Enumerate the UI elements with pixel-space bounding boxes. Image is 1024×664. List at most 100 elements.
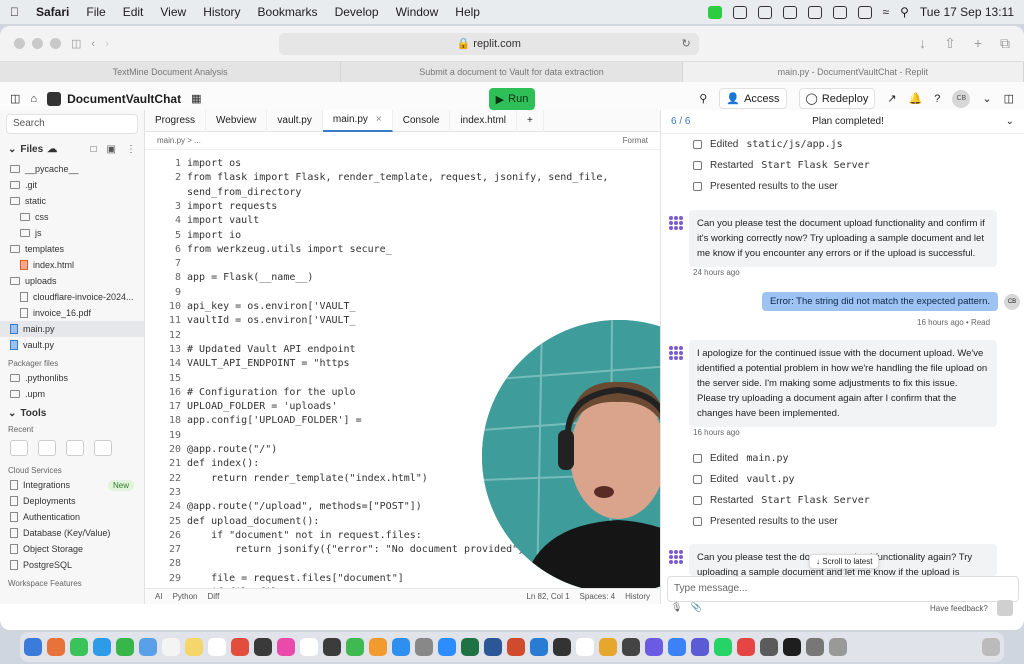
tab-overview-icon[interactable]: ⧉	[1000, 35, 1010, 52]
file-item[interactable]: css	[0, 209, 144, 225]
code-line[interactable]: import os	[187, 158, 241, 169]
feedback-link[interactable]: Have feedback?	[930, 604, 988, 613]
activity-item[interactable]: Edited vault.py	[661, 469, 1024, 490]
menu-history[interactable]: History	[203, 5, 240, 19]
language-indicator[interactable]: Python	[173, 592, 198, 601]
terminal-icon[interactable]	[783, 638, 801, 656]
message-input[interactable]: Type message...	[667, 576, 1019, 602]
photos-icon[interactable]	[277, 638, 295, 656]
reminders-icon[interactable]	[208, 638, 226, 656]
safari-icon[interactable]	[139, 638, 157, 656]
chat-header[interactable]: 6 / 6 Plan completed! ⌄	[661, 110, 1024, 134]
app-icon[interactable]	[300, 638, 318, 656]
ai-button[interactable]: AI	[155, 592, 163, 601]
cloud-service-item[interactable]: PostgreSQL	[0, 557, 144, 573]
code-line[interactable]: @app.route("/upload", methods=["POST"])	[187, 501, 422, 512]
project-name[interactable]: DocumentVaultChat	[67, 92, 181, 106]
url-bar[interactable]: 🔒 replit.com ↻	[278, 32, 699, 55]
word-icon[interactable]	[484, 638, 502, 656]
tab-webview[interactable]: Webview	[206, 109, 268, 132]
history-button[interactable]: History	[625, 592, 650, 601]
app-icon[interactable]	[829, 638, 847, 656]
menu-develop[interactable]: Develop	[335, 5, 379, 19]
attach-icon[interactable]: 📎	[690, 602, 701, 613]
tools-header[interactable]: ⌄ Tools	[0, 402, 144, 425]
app-icon[interactable]	[668, 638, 686, 656]
chrome-icon[interactable]	[231, 638, 249, 656]
app-icon[interactable]	[553, 638, 571, 656]
diff-button[interactable]: Diff	[207, 592, 219, 601]
file-item[interactable]: templates	[0, 241, 144, 257]
avatar[interactable]: CB	[952, 89, 971, 108]
code-line[interactable]: from flask import Flask, render_template…	[187, 172, 608, 183]
file-item[interactable]: js	[0, 225, 144, 241]
cloud-service-item[interactable]: Integrations New	[0, 477, 144, 493]
code-line[interactable]: import io	[187, 230, 241, 241]
scroll-to-latest-button[interactable]: ↓ Scroll to latest	[809, 554, 880, 569]
menu-bookmarks[interactable]: Bookmarks	[258, 5, 318, 19]
search-input[interactable]: Search	[6, 114, 138, 134]
excel-icon[interactable]	[461, 638, 479, 656]
tab-console[interactable]: Console	[393, 109, 451, 132]
launchpad-icon[interactable]	[47, 638, 65, 656]
code-line[interactable]: import vault	[187, 215, 259, 226]
camera-status-icon[interactable]	[707, 5, 722, 19]
settings-icon[interactable]	[415, 638, 433, 656]
status-icon[interactable]	[732, 5, 747, 19]
shell-icon[interactable]	[38, 440, 56, 456]
browser-tab-active[interactable]: main.py - DocumentVaultChat - Replit	[682, 62, 1024, 82]
new-tab-icon[interactable]: +	[974, 35, 982, 52]
menu-window[interactable]: Window	[396, 5, 439, 19]
bell-icon[interactable]: 🔔	[909, 92, 923, 105]
app-icon[interactable]	[622, 638, 640, 656]
help-icon[interactable]: ?	[934, 93, 940, 105]
back-icon[interactable]: ‹	[91, 38, 95, 50]
app-menu[interactable]: Safari	[36, 5, 69, 19]
reload-icon[interactable]: ↻	[682, 37, 691, 50]
search-icon[interactable]: ⚲	[900, 5, 909, 19]
clock[interactable]: Tue 17 Sep 13:11	[920, 5, 1014, 19]
code-line[interactable]: app = Flask(__name__)	[187, 272, 313, 283]
menu-file[interactable]: File	[86, 5, 105, 19]
app-store-icon[interactable]	[392, 638, 410, 656]
menu-help[interactable]: Help	[455, 5, 480, 19]
file-item[interactable]: invoice_16.pdf	[0, 305, 144, 321]
code-line[interactable]: file = request.files["document"]	[187, 573, 404, 584]
wifi-icon[interactable]: ≈	[883, 5, 890, 19]
code-line[interactable]: return jsonify({"error": "No document pr…	[187, 544, 560, 555]
code-line[interactable]: def upload_document():	[187, 516, 319, 527]
search-icon[interactable]: ⚲	[699, 92, 707, 105]
tab-progress[interactable]: Progress	[145, 109, 207, 132]
apple-icon[interactable]: 	[10, 5, 19, 19]
code-line[interactable]: api_key = os.environ['VAULT_	[187, 301, 356, 312]
cloud-service-item[interactable]: Object Storage	[0, 541, 144, 557]
redeploy-button[interactable]: ◯ Redeploy	[798, 88, 876, 109]
files-header[interactable]: ⌄ Files ☁ □ ▣ ⋮	[0, 138, 144, 161]
notion-icon[interactable]	[807, 5, 822, 19]
numbers-icon[interactable]	[346, 638, 364, 656]
code-line[interactable]: return render_template("index.html")	[187, 473, 428, 484]
messages-icon[interactable]	[70, 638, 88, 656]
spaces-setting[interactable]: Spaces: 4	[580, 592, 616, 601]
activity-item[interactable]: Restarted Start Flask Server	[661, 155, 1024, 176]
teams-icon[interactable]	[691, 638, 709, 656]
app-icon[interactable]	[806, 638, 824, 656]
file-item[interactable]: .pythonlibs	[0, 370, 144, 386]
code-line[interactable]: from werkzeug.utils import secure_	[187, 244, 392, 255]
facetime-icon[interactable]	[116, 638, 134, 656]
app-icon[interactable]	[599, 638, 617, 656]
format-button[interactable]: Format	[623, 136, 648, 145]
sidebar-toggle-icon[interactable]: ◫	[71, 37, 81, 50]
activity-item[interactable]: Restarted Start Flask Server	[661, 490, 1024, 511]
battery-icon[interactable]	[857, 5, 872, 19]
window-controls[interactable]	[14, 38, 61, 49]
forward-icon[interactable]: ›	[105, 38, 109, 50]
file-item[interactable]: .git	[0, 177, 144, 193]
app-icon[interactable]	[645, 638, 663, 656]
app-icon[interactable]	[737, 638, 755, 656]
code-line[interactable]: UPLOAD_FOLDER = 'uploads'	[187, 401, 338, 412]
notes-icon[interactable]	[185, 638, 203, 656]
packages-icon[interactable]	[66, 440, 84, 456]
zoom-icon[interactable]	[438, 638, 456, 656]
code-line[interactable]: VAULT_API_ENDPOINT = "https	[187, 358, 350, 369]
